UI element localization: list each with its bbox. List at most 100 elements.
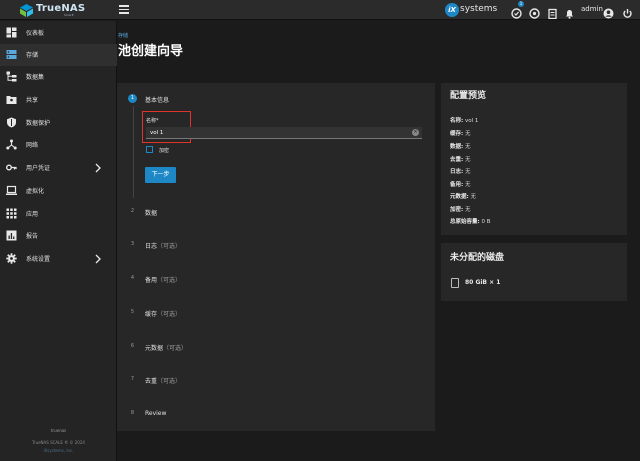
step-5-title[interactable]: 缓存（可选） bbox=[145, 309, 181, 318]
step-7-number[interactable]: 7 bbox=[128, 375, 137, 384]
sidebar-item-network[interactable]: 网络 bbox=[0, 134, 117, 156]
sidebar-item-virtualization[interactable]: 虚拟化 bbox=[0, 180, 117, 202]
preview-row-name: 名称: vol 1 bbox=[450, 116, 478, 124]
preview-value: 无 bbox=[464, 169, 471, 175]
sidebar-item-label: 仪表板 bbox=[26, 30, 45, 37]
company-link[interactable]: iXsystems, Inc. bbox=[0, 448, 117, 453]
preview-value: 无 bbox=[470, 194, 476, 200]
preview-key: 备用: bbox=[450, 182, 464, 188]
bell-icon-svg bbox=[566, 10, 573, 19]
step-8-title[interactable]: Review bbox=[145, 410, 166, 417]
brand-sub: SCALE bbox=[64, 13, 74, 17]
preview-row-spare: 备用: 无 bbox=[450, 180, 470, 188]
name-field-label: 名称* bbox=[146, 117, 159, 124]
step-3-optional: （可选） bbox=[157, 243, 182, 250]
menu-toggle-icon[interactable] bbox=[119, 5, 129, 15]
name-label-text: 名称 bbox=[146, 118, 157, 124]
preview-key: 日志: bbox=[450, 169, 464, 175]
preview-row-total-capacity: 总原始容量: 0 B bbox=[450, 217, 490, 225]
encryption-checkbox[interactable] bbox=[146, 146, 153, 153]
pool-name-input[interactable]: vol 1 bbox=[146, 127, 422, 139]
truecommand-icon-svg bbox=[529, 8, 540, 19]
step-4-label: 备用 bbox=[145, 277, 158, 284]
task-manager-icon[interactable] bbox=[547, 4, 558, 20]
sidebar-item-datasets[interactable]: 数据集 bbox=[0, 66, 117, 88]
step-4-optional: （可选） bbox=[157, 277, 182, 284]
sidebar-item-system-settings[interactable]: 系统设置 bbox=[0, 248, 117, 270]
laptop-icon bbox=[6, 185, 17, 195]
version-text: TrueNAS SCALE ® © 2024 bbox=[32, 440, 85, 445]
power-icon-svg bbox=[623, 9, 632, 18]
sidebar-item-storage[interactable]: 存储 bbox=[0, 44, 117, 66]
truenas-logo-icon bbox=[20, 4, 33, 17]
step-3-label: 日志 bbox=[145, 243, 158, 250]
truenas-logo[interactable]: TrueNAS SCALE bbox=[20, 3, 100, 18]
sidebar-item-label: 用户凭证 bbox=[26, 165, 51, 172]
breadcrumb[interactable]: 存储 bbox=[118, 32, 128, 39]
preview-key: 名称: bbox=[450, 118, 464, 124]
step-5-number[interactable]: 5 bbox=[128, 308, 137, 317]
unassigned-disks-panel: 未分配的磁盘 bbox=[441, 243, 627, 301]
preview-key: 加密: bbox=[450, 207, 464, 213]
sidebar-item-label: 应用 bbox=[26, 211, 39, 218]
step-4-number[interactable]: 4 bbox=[128, 274, 137, 283]
sidebar-item-label: 数据集 bbox=[26, 74, 45, 81]
account-icon[interactable] bbox=[603, 4, 614, 19]
sidebar: 仪表板 存储 数据集 共享 数据保护 网络 用户凭证 虚拟化 应用 报告 系统设… bbox=[0, 21, 117, 461]
gear-icon bbox=[6, 253, 17, 264]
step-2-number[interactable]: 2 bbox=[128, 207, 137, 216]
next-button[interactable]: 下一步 bbox=[145, 167, 176, 183]
shares-icon bbox=[6, 96, 17, 104]
jobs-icon[interactable]: 1 bbox=[511, 1, 524, 19]
unassigned-disk-item[interactable]: 80 GiB × 1 bbox=[465, 279, 500, 286]
step-6-title[interactable]: 元数据（可选） bbox=[145, 343, 187, 352]
preview-key: 缓存: bbox=[450, 131, 464, 137]
key-icon bbox=[6, 164, 17, 171]
step-7-optional: （可选） bbox=[157, 378, 182, 385]
clear-input-icon[interactable]: × bbox=[412, 129, 419, 136]
sidebar-item-apps[interactable]: 应用 bbox=[0, 203, 117, 225]
sidebar-item-credentials[interactable]: 用户凭证 bbox=[0, 157, 117, 179]
preview-row-metadata: 元数据: 无 bbox=[450, 192, 476, 200]
step-2-title[interactable]: 数据 bbox=[145, 208, 157, 217]
encryption-label[interactable]: 加密 bbox=[159, 147, 169, 154]
sidebar-item-label: 系统设置 bbox=[26, 256, 51, 263]
top-bar: TrueNAS SCALE iX systems 1 admin bbox=[0, 0, 640, 20]
step-2-label: 数据 bbox=[145, 210, 158, 217]
preview-key: 总原始容量: bbox=[450, 219, 480, 225]
truecommand-icon[interactable] bbox=[529, 4, 540, 19]
step-7-title[interactable]: 去重（可选） bbox=[145, 376, 181, 385]
bell-icon[interactable] bbox=[564, 4, 575, 19]
datasets-icon bbox=[6, 71, 17, 82]
sidebar-item-dashboard[interactable]: 仪表板 bbox=[0, 22, 117, 44]
step-1-number[interactable]: 1 bbox=[128, 94, 137, 103]
sidebar-item-label: 虚拟化 bbox=[26, 188, 45, 195]
sidebar-item-label: 存储 bbox=[26, 52, 39, 59]
reports-icon bbox=[6, 230, 17, 241]
preview-row-dedup: 去重: 无 bbox=[450, 155, 470, 163]
sidebar-item-label: 数据保护 bbox=[26, 120, 51, 127]
hostname: truenas bbox=[50, 428, 67, 433]
sidebar-item-shares[interactable]: 共享 bbox=[0, 89, 117, 111]
sidebar-item-data-protection[interactable]: 数据保护 bbox=[0, 112, 117, 134]
notification-badge: 1 bbox=[518, 1, 524, 7]
preview-row-data: 数据: 无 bbox=[450, 142, 470, 150]
step-1-title[interactable]: 基本信息 bbox=[145, 95, 169, 104]
chevron-right-icon bbox=[95, 254, 101, 264]
step-4-title[interactable]: 备用（可选） bbox=[145, 275, 181, 284]
step-6-number[interactable]: 6 bbox=[128, 342, 137, 351]
preview-row-encryption: 加密: 无 bbox=[450, 205, 470, 213]
config-preview-title: 配置预览 bbox=[450, 91, 487, 101]
power-icon[interactable] bbox=[622, 4, 633, 18]
apps-icon bbox=[6, 208, 17, 219]
preview-key: 数据: bbox=[450, 144, 464, 150]
sidebar-item-label: 共享 bbox=[26, 97, 39, 104]
user-name[interactable]: admin bbox=[581, 5, 603, 13]
sidebar-item-label: 报告 bbox=[26, 233, 39, 240]
hard-disk-icon bbox=[451, 278, 459, 288]
step-3-number[interactable]: 3 bbox=[128, 240, 137, 249]
step-8-number[interactable]: 8 bbox=[128, 409, 137, 418]
step-3-title[interactable]: 日志（可选） bbox=[145, 241, 181, 250]
sidebar-item-reports[interactable]: 报告 bbox=[0, 225, 117, 247]
required-marker: * bbox=[156, 118, 159, 124]
